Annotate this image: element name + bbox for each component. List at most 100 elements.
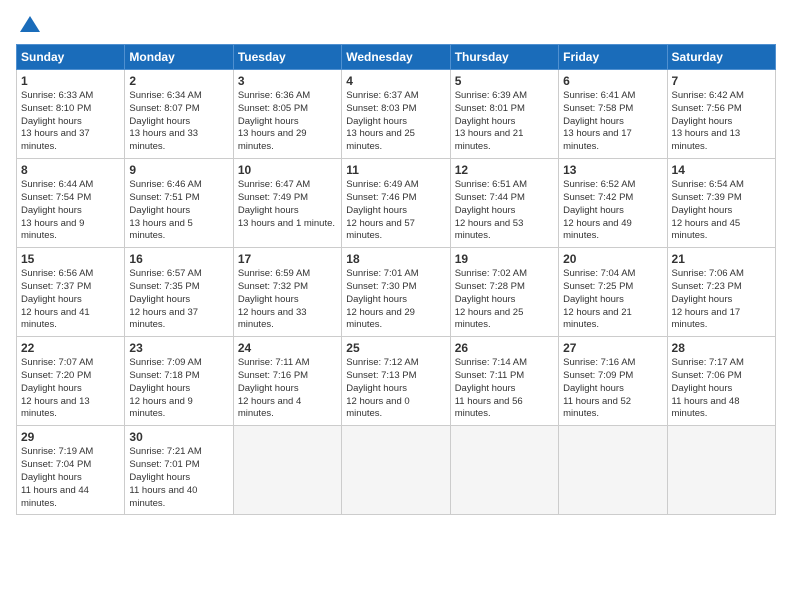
header-monday: Monday — [125, 45, 233, 70]
header-saturday: Saturday — [667, 45, 775, 70]
calendar-cell: 18Sunrise: 7:01 AMSunset: 7:30 PMDayligh… — [342, 248, 450, 337]
calendar-cell: 14 Sunrise: 6:54 AMSunset: 7:39 PMDayligh… — [667, 159, 775, 248]
calendar-cell: 24Sunrise: 7:11 AMSunset: 7:16 PMDayligh… — [233, 337, 341, 426]
calendar-cell: 28Sunrise: 7:17 AMSunset: 7:06 PMDayligh… — [667, 337, 775, 426]
calendar-cell: 8 Sunrise: 6:44 AMSunset: 7:54 PMDaylight… — [17, 159, 125, 248]
day-info: Sunrise: 6:57 AMSunset: 7:35 PMDaylight … — [129, 268, 228, 332]
calendar-cell: 30 Sunrise: 7:21 AMSunset: 7:01 PMDayligh… — [125, 426, 233, 515]
day-number: 16 — [129, 252, 228, 266]
calendar-row-2: 8 Sunrise: 6:44 AMSunset: 7:54 PMDaylight… — [17, 159, 776, 248]
header-sunday: Sunday — [17, 45, 125, 70]
day-info: Sunrise: 7:12 AMSunset: 7:13 PMDaylight … — [346, 357, 445, 421]
day-number: 15 — [21, 252, 120, 266]
day-info: Sunrise: 7:07 AMSunset: 7:20 PMDaylight … — [21, 357, 120, 421]
day-number: 12 — [455, 163, 554, 177]
calendar-cell: 21 Sunrise: 7:06 AMSunset: 7:23 PMDayligh… — [667, 248, 775, 337]
calendar-cell — [450, 426, 558, 515]
day-number: 25 — [346, 341, 445, 355]
day-number: 17 — [238, 252, 337, 266]
calendar-cell: 3 Sunrise: 6:36 AMSunset: 8:05 PMDaylight… — [233, 70, 341, 159]
day-number: 23 — [129, 341, 228, 355]
day-info: Sunrise: 7:17 AMSunset: 7:06 PMDaylight … — [672, 357, 771, 421]
calendar-cell: 10 Sunrise: 6:47 AMSunset: 7:49 PMDayligh… — [233, 159, 341, 248]
day-number: 4 — [346, 74, 445, 88]
calendar-row-1: 1 Sunrise: 6:33 AMSunset: 8:10 PMDaylight… — [17, 70, 776, 159]
calendar-cell: 22Sunrise: 7:07 AMSunset: 7:20 PMDayligh… — [17, 337, 125, 426]
day-info: Sunrise: 6:56 AMSunset: 7:37 PMDaylight … — [21, 268, 120, 332]
day-info: Sunrise: 6:34 AMSunset: 8:07 PMDaylight … — [129, 90, 228, 154]
day-number: 13 — [563, 163, 662, 177]
day-info: Sunrise: 6:49 AMSunset: 7:46 PMDaylight … — [346, 179, 445, 243]
day-info: Sunrise: 6:47 AMSunset: 7:49 PMDaylight … — [238, 179, 337, 230]
calendar-cell: 19 Sunrise: 7:02 AMSunset: 7:28 PMDayligh… — [450, 248, 558, 337]
calendar-cell: 4 Sunrise: 6:37 AMSunset: 8:03 PMDaylight… — [342, 70, 450, 159]
day-number: 7 — [672, 74, 771, 88]
calendar-cell: 13 Sunrise: 6:52 AMSunset: 7:42 PMDayligh… — [559, 159, 667, 248]
day-info: Sunrise: 7:06 AMSunset: 7:23 PMDaylight … — [672, 268, 771, 332]
day-info: Sunrise: 6:54 AMSunset: 7:39 PMDaylight … — [672, 179, 771, 243]
calendar-cell — [559, 426, 667, 515]
day-number: 21 — [672, 252, 771, 266]
calendar-cell: 15 Sunrise: 6:56 AMSunset: 7:37 PMDayligh… — [17, 248, 125, 337]
day-info: Sunrise: 6:42 AMSunset: 7:56 PMDaylight … — [672, 90, 771, 154]
calendar-cell: 7 Sunrise: 6:42 AMSunset: 7:56 PMDaylight… — [667, 70, 775, 159]
calendar-cell: 27Sunrise: 7:16 AMSunset: 7:09 PMDayligh… — [559, 337, 667, 426]
day-info: Sunrise: 7:11 AMSunset: 7:16 PMDaylight … — [238, 357, 337, 421]
day-info: Sunrise: 6:33 AMSunset: 8:10 PMDaylight … — [21, 90, 120, 154]
day-info: Sunrise: 6:39 AMSunset: 8:01 PMDaylight … — [455, 90, 554, 154]
calendar-row-4: 22Sunrise: 7:07 AMSunset: 7:20 PMDayligh… — [17, 337, 776, 426]
day-info: Sunrise: 6:51 AMSunset: 7:44 PMDaylight … — [455, 179, 554, 243]
day-number: 2 — [129, 74, 228, 88]
logo — [16, 16, 42, 36]
day-number: 20 — [563, 252, 662, 266]
day-number: 1 — [21, 74, 120, 88]
calendar-cell: 11 Sunrise: 6:49 AMSunset: 7:46 PMDayligh… — [342, 159, 450, 248]
day-number: 8 — [21, 163, 120, 177]
day-number: 3 — [238, 74, 337, 88]
day-number: 9 — [129, 163, 228, 177]
day-number: 29 — [21, 430, 120, 444]
day-info: Sunrise: 7:09 AMSunset: 7:18 PMDaylight … — [129, 357, 228, 421]
calendar-cell — [667, 426, 775, 515]
calendar-cell: 25 Sunrise: 7:12 AMSunset: 7:13 PMDayligh… — [342, 337, 450, 426]
day-number: 11 — [346, 163, 445, 177]
calendar-cell: 20 Sunrise: 7:04 AMSunset: 7:25 PMDayligh… — [559, 248, 667, 337]
day-number: 26 — [455, 341, 554, 355]
day-info: Sunrise: 6:36 AMSunset: 8:05 PMDaylight … — [238, 90, 337, 154]
logo-icon — [18, 12, 42, 36]
day-info: Sunrise: 7:02 AMSunset: 7:28 PMDaylight … — [455, 268, 554, 332]
day-info: Sunrise: 6:37 AMSunset: 8:03 PMDaylight … — [346, 90, 445, 154]
day-info: Sunrise: 7:21 AMSunset: 7:01 PMDaylight … — [129, 446, 228, 510]
weekday-header-row: Sunday Monday Tuesday Wednesday Thursday… — [17, 45, 776, 70]
day-info: Sunrise: 6:44 AMSunset: 7:54 PMDaylight … — [21, 179, 120, 243]
calendar-cell: 9 Sunrise: 6:46 AMSunset: 7:51 PMDaylight… — [125, 159, 233, 248]
calendar-cell: 16 Sunrise: 6:57 AMSunset: 7:35 PMDayligh… — [125, 248, 233, 337]
header-wednesday: Wednesday — [342, 45, 450, 70]
day-info: Sunrise: 7:01 AMSunset: 7:30 PMDaylight … — [346, 268, 445, 332]
page: Sunday Monday Tuesday Wednesday Thursday… — [0, 0, 792, 531]
day-number: 19 — [455, 252, 554, 266]
calendar-cell: 5 Sunrise: 6:39 AMSunset: 8:01 PMDaylight… — [450, 70, 558, 159]
calendar-cell: 2 Sunrise: 6:34 AMSunset: 8:07 PMDaylight… — [125, 70, 233, 159]
day-info: Sunrise: 7:04 AMSunset: 7:25 PMDaylight … — [563, 268, 662, 332]
header — [16, 16, 776, 36]
calendar-cell: 26 Sunrise: 7:14 AMSunset: 7:11 PMDayligh… — [450, 337, 558, 426]
day-info: Sunrise: 6:59 AMSunset: 7:32 PMDaylight … — [238, 268, 337, 332]
day-info: Sunrise: 6:46 AMSunset: 7:51 PMDaylight … — [129, 179, 228, 243]
header-tuesday: Tuesday — [233, 45, 341, 70]
day-info: Sunrise: 6:41 AMSunset: 7:58 PMDaylight … — [563, 90, 662, 154]
day-info: Sunrise: 6:52 AMSunset: 7:42 PMDaylight … — [563, 179, 662, 243]
day-info: Sunrise: 7:16 AMSunset: 7:09 PMDaylight … — [563, 357, 662, 421]
day-number: 14 — [672, 163, 771, 177]
day-number: 6 — [563, 74, 662, 88]
header-thursday: Thursday — [450, 45, 558, 70]
calendar-row-3: 15 Sunrise: 6:56 AMSunset: 7:37 PMDayligh… — [17, 248, 776, 337]
calendar-cell: 29Sunrise: 7:19 AMSunset: 7:04 PMDayligh… — [17, 426, 125, 515]
calendar-cell: 6 Sunrise: 6:41 AMSunset: 7:58 PMDaylight… — [559, 70, 667, 159]
calendar-cell — [342, 426, 450, 515]
day-number: 10 — [238, 163, 337, 177]
day-info: Sunrise: 7:14 AMSunset: 7:11 PMDaylight … — [455, 357, 554, 421]
calendar-row-5: 29Sunrise: 7:19 AMSunset: 7:04 PMDayligh… — [17, 426, 776, 515]
day-number: 30 — [129, 430, 228, 444]
day-number: 5 — [455, 74, 554, 88]
